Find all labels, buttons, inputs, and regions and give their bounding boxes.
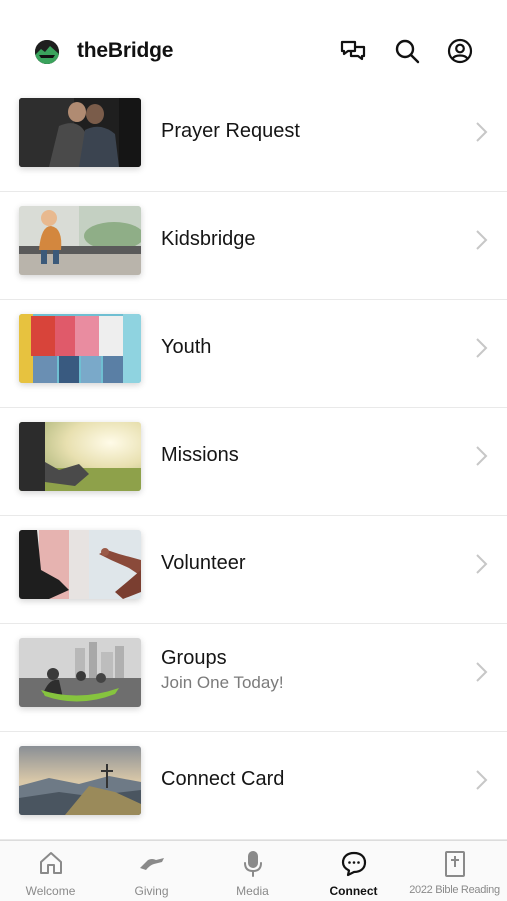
list-item-title: Prayer Request [161,120,300,142]
tab-label: Welcome [25,884,76,898]
list-item-title: Kidsbridge [161,228,256,250]
app-header: theBridge [0,22,507,84]
chevron-right-icon [474,337,488,359]
tab-connect[interactable]: Connect [303,841,404,901]
list-item-youth[interactable]: Youth [0,300,507,408]
bible-icon [404,850,505,878]
tab-label: 2022 Bible Reading [409,884,500,896]
chevron-right-icon [474,769,488,791]
chevron-right-icon [474,445,488,467]
tab-label: Media [236,884,269,898]
list-item-subtitle: Join One Today! [161,673,284,692]
chat-icon[interactable] [338,36,368,66]
chat-bubble-icon [303,850,404,878]
tab-welcome[interactable]: Welcome [0,841,101,901]
search-icon[interactable] [392,36,422,66]
prayer-request-thumbnail [19,98,141,167]
list-item-kidsbridge[interactable]: Kidsbridge [0,192,507,300]
list-item-title: Connect Card [161,768,285,790]
volunteer-thumbnail [19,530,141,599]
tab-media[interactable]: Media [202,841,303,901]
chevron-right-icon [474,553,488,575]
chevron-right-icon [474,121,488,143]
microphone-icon [202,850,303,878]
app-title: theBridge [77,39,174,62]
list-item-title: Youth [161,336,212,358]
home-icon [0,850,101,878]
tab-label: Connect [329,884,378,898]
list-item-title: Volunteer [161,552,246,574]
kidsbridge-thumbnail [19,206,141,275]
list-item-volunteer[interactable]: Volunteer [0,516,507,624]
chevron-right-icon [474,661,488,683]
missions-thumbnail [19,422,141,491]
list-item-title: Groups [161,647,227,669]
tab-label: Giving [134,884,169,898]
list-item-groups[interactable]: Groups Join One Today! [0,624,507,732]
list-item-missions[interactable]: Missions [0,408,507,516]
giving-icon [101,850,202,878]
connect-list: Prayer Request Kidsbridge Youth Missions… [0,84,507,840]
chevron-right-icon [474,229,488,251]
connect-card-thumbnail [19,746,141,815]
list-item-prayer-request[interactable]: Prayer Request [0,84,507,192]
list-item-connect-card[interactable]: Connect Card [0,732,507,840]
app-logo [35,40,59,64]
youth-thumbnail [19,314,141,383]
status-bar [0,0,507,22]
list-item-title: Missions [161,444,239,466]
profile-icon[interactable] [445,36,475,66]
bottom-tab-bar: Welcome Giving Media Connect 2022 Bible … [0,840,507,901]
groups-thumbnail [19,638,141,707]
tab-giving[interactable]: Giving [101,841,202,901]
tab-bible-reading[interactable]: 2022 Bible Reading [404,841,505,901]
